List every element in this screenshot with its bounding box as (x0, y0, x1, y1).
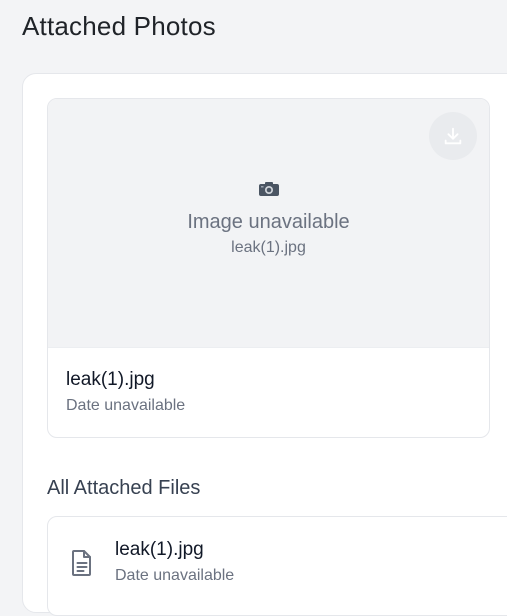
photo-filename: leak(1).jpg (66, 369, 155, 390)
file-name[interactable]: leak(1).jpg (115, 538, 234, 562)
photo-card[interactable]: Image unavailable leak(1).jpg leak(1).jp… (47, 98, 490, 438)
photo-preview[interactable]: Image unavailable leak(1).jpg (48, 99, 489, 347)
image-unavailable-text: Image unavailable (187, 211, 350, 233)
page-title: Attached Photos (22, 11, 216, 41)
file-text-icon (72, 550, 91, 576)
all-files-heading: All Attached Files (47, 477, 201, 499)
download-button[interactable] (429, 112, 477, 160)
photo-card-footer: leak(1).jpg Date unavailable (48, 347, 489, 437)
file-list-item[interactable]: leak(1).jpg Date unavailable (47, 516, 507, 616)
image-placeholder: Image unavailable leak(1).jpg (48, 181, 489, 257)
file-info: leak(1).jpg Date unavailable (115, 538, 234, 585)
camera-icon (258, 182, 279, 196)
preview-filename: leak(1).jpg (231, 239, 306, 256)
file-date: Date unavailable (115, 567, 235, 584)
photo-date: Date unavailable (66, 397, 186, 414)
download-icon (444, 127, 462, 145)
